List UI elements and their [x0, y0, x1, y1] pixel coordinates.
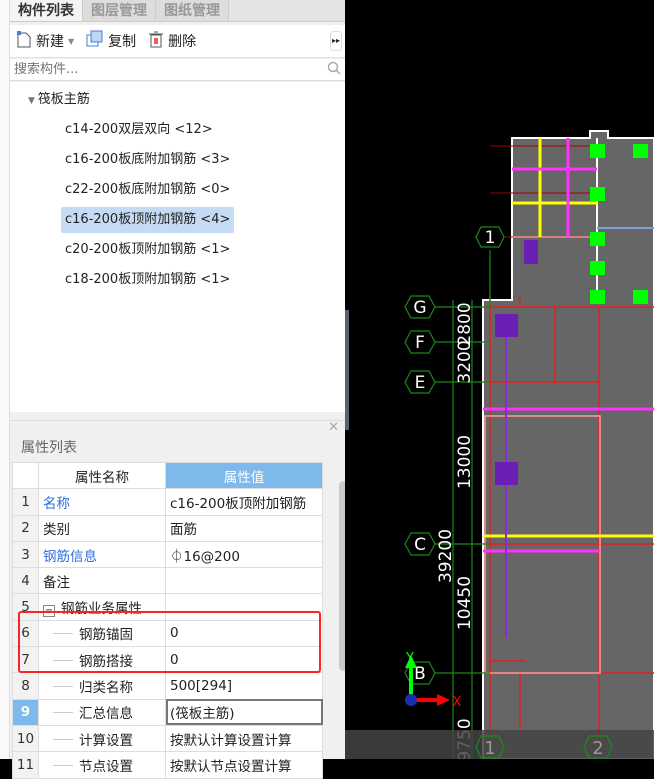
- panel-tabs: 构件列表 图层管理 图纸管理: [10, 0, 345, 22]
- component-tree: ▼ 筏板主筋 c14-200双层双向 <12> c16-200板底附加钢筋 <3…: [10, 82, 345, 412]
- tree-root-label: 筏板主筋: [37, 92, 90, 107]
- row-number: 2: [12, 514, 39, 542]
- prop-name: 备注: [38, 567, 166, 595]
- copy-button[interactable]: 复制: [86, 30, 136, 52]
- tree-item[interactable]: c14-200双层双向 <12>: [61, 117, 217, 143]
- tree-item[interactable]: c18-200板顶附加钢筋 <1>: [61, 267, 234, 293]
- prop-value[interactable]: 面筋: [165, 514, 323, 542]
- prop-name: 节点设置: [38, 751, 166, 779]
- prop-value[interactable]: 按默认计算设置计算: [165, 724, 323, 753]
- collapse-handle[interactable]: [345, 310, 349, 430]
- dim-10450: 10450: [455, 576, 475, 630]
- header-value: 属性值: [165, 461, 323, 490]
- left-panel: 构件列表 图层管理 图纸管理 新建 ▼ 复制 删除 ▸▸ ▼ 筏板主筋 c14-…: [0, 0, 348, 779]
- tree-item-selected[interactable]: c16-200板顶附加钢筋 <4>: [61, 207, 235, 233]
- axis-label-e: E: [415, 373, 426, 393]
- prop-name: 钢筋信息: [38, 540, 166, 569]
- property-panel-title: 属性列表: [21, 440, 77, 456]
- row-number: 3: [12, 540, 39, 569]
- trash-icon: [148, 30, 164, 52]
- table-row[interactable]: 1 名称 c16-200板顶附加钢筋: [12, 488, 323, 516]
- table-row[interactable]: 2 类别 面筋: [12, 514, 323, 542]
- prop-value-editing[interactable]: (筏板主筋): [165, 698, 323, 726]
- copy-icon: [86, 30, 104, 52]
- ucs-y-label: Y: [405, 651, 414, 666]
- row-number: 9: [12, 698, 39, 726]
- dim-13000: 13000: [455, 435, 475, 489]
- chevron-down-icon[interactable]: ▼: [68, 37, 74, 46]
- search-box: [10, 59, 345, 81]
- tree-item[interactable]: c20-200板顶附加钢筋 <1>: [61, 237, 234, 263]
- tab-component-list[interactable]: 构件列表: [10, 0, 83, 21]
- prop-name: 归类名称: [38, 672, 166, 700]
- prop-value[interactable]: c16-200板顶附加钢筋: [165, 488, 323, 516]
- prop-value[interactable]: ⏀16@200: [165, 540, 323, 569]
- tree-item[interactable]: c22-200板底附加钢筋 <0>: [61, 177, 234, 203]
- row-number: 1: [12, 488, 39, 516]
- dim-2800: 2800: [455, 302, 475, 345]
- row-number: 4: [12, 567, 39, 595]
- prop-value[interactable]: [165, 567, 323, 595]
- highlight-box: [18, 611, 321, 673]
- axis-label-f: F: [415, 333, 425, 353]
- axis-label-bottom-1: 1: [484, 738, 495, 759]
- new-file-icon: [16, 30, 32, 52]
- bottom-bar: [345, 730, 654, 759]
- axis-label-1: 1: [485, 228, 496, 248]
- prop-name: 名称: [38, 488, 166, 516]
- table-row[interactable]: 10 计算设置 按默认计算设置计算: [12, 724, 323, 753]
- side-strip: [0, 0, 10, 759]
- more-button[interactable]: ▸▸: [330, 31, 342, 51]
- prop-name: 计算设置: [38, 724, 166, 753]
- ucs-x-label: X: [453, 695, 462, 710]
- prop-name: 汇总信息: [38, 698, 166, 726]
- prop-name: 类别: [38, 514, 166, 542]
- table-row[interactable]: 3 钢筋信息 ⏀16@200: [12, 540, 323, 569]
- new-button[interactable]: 新建 ▼: [16, 30, 74, 52]
- toolbar: 新建 ▼ 复制 删除 ▸▸: [10, 25, 345, 58]
- corner-cell: [12, 461, 39, 490]
- property-panel: ✕ 属性列表 属性名称 属性值 1 名称 c16-200板顶附加钢筋 2 类别 面筋 3钢…: [10, 420, 348, 779]
- table-row[interactable]: 9 汇总信息 (筏板主筋): [12, 698, 323, 726]
- expand-icon[interactable]: ▼: [28, 96, 38, 106]
- table-row[interactable]: 11 节点设置 按默认节点设置计算: [12, 751, 323, 779]
- prop-value[interactable]: 按默认节点设置计算: [165, 751, 323, 779]
- axis-label-bottom-2: 2: [592, 738, 603, 759]
- header-name: 属性名称: [38, 461, 166, 490]
- prop-value[interactable]: 500[294]: [165, 672, 323, 700]
- table-row[interactable]: 4 备注: [12, 567, 323, 595]
- axis-label-c: C: [414, 535, 426, 555]
- delete-label: 删除: [168, 34, 197, 50]
- delete-button[interactable]: 删除: [148, 30, 196, 52]
- tree-root[interactable]: ▼ 筏板主筋: [24, 87, 94, 113]
- row-number: 8: [12, 672, 39, 700]
- row-number: 11: [12, 751, 39, 779]
- close-icon[interactable]: ✕: [328, 420, 339, 435]
- axis-label-g: G: [413, 298, 426, 318]
- row-number: 10: [12, 724, 39, 753]
- tab-drawing-management[interactable]: 图纸管理: [156, 0, 229, 21]
- drawing-canvas[interactable]: 1 G F E C B 2800 3200 13000 39200 10450 …: [345, 0, 654, 759]
- dim-3200: 3200: [455, 340, 475, 383]
- copy-label: 复制: [108, 34, 137, 50]
- tree-item[interactable]: c16-200板底附加钢筋 <3>: [61, 147, 234, 173]
- search-icon[interactable]: [327, 61, 341, 79]
- tab-layer-management[interactable]: 图层管理: [83, 0, 156, 21]
- search-input[interactable]: [14, 62, 327, 77]
- table-row[interactable]: 8 归类名称 500[294]: [12, 672, 323, 700]
- new-label: 新建: [36, 34, 64, 50]
- dim-39200: 39200: [436, 529, 456, 583]
